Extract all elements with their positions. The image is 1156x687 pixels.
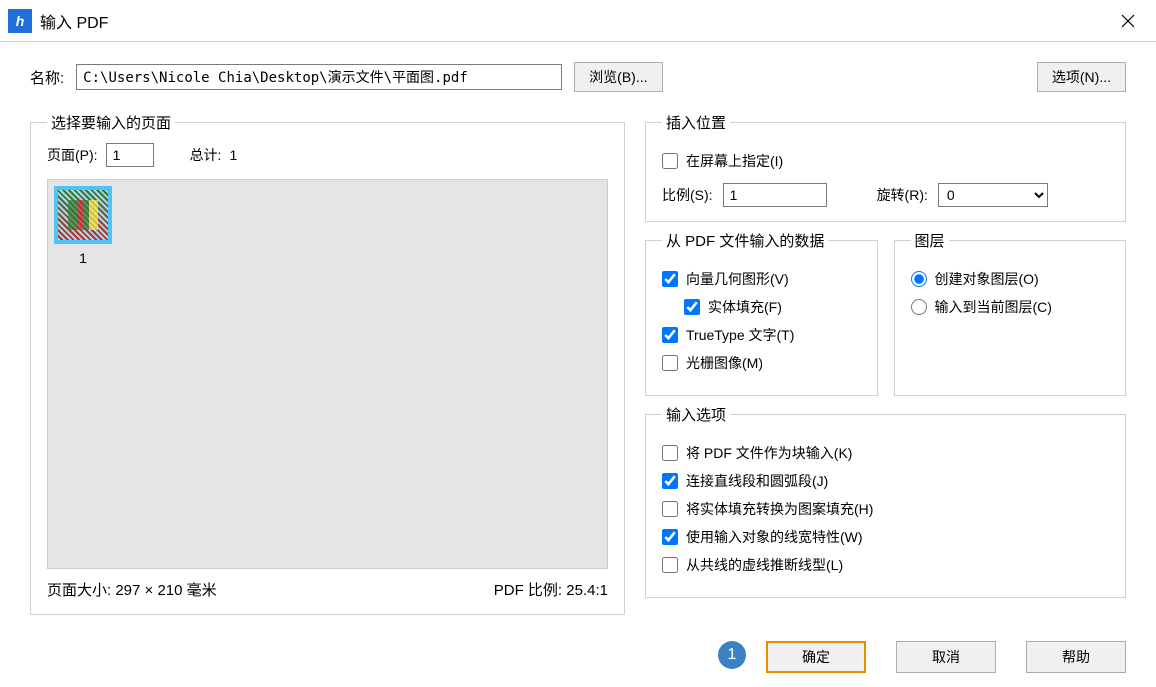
create-obj-radio[interactable] — [911, 271, 927, 287]
truetype-checkbox[interactable] — [662, 327, 678, 343]
import-options-group: 输入选项 将 PDF 文件作为块输入(K) 连接直线段和圆弧段(J) 将实体填充… — [645, 404, 1126, 598]
pdf-data-legend: 从 PDF 文件输入的数据 — [662, 230, 828, 251]
create-obj-label: 创建对象图层(O) — [935, 269, 1039, 289]
solid-fill-row: 实体填充(F) — [684, 297, 861, 317]
use-lineweight-label: 使用输入对象的线宽特性(W) — [686, 527, 863, 547]
as-block-label: 将 PDF 文件作为块输入(K) — [686, 443, 852, 463]
as-block-checkbox[interactable] — [662, 445, 678, 461]
pdf-data-group: 从 PDF 文件输入的数据 向量几何图形(V) 实体填充(F) TrueType… — [645, 230, 878, 396]
insert-position-legend: 插入位置 — [662, 112, 730, 133]
dialog-title: 输入 PDF — [40, 9, 108, 33]
page-thumbnail-wrapper[interactable]: 1 — [54, 186, 112, 266]
truetype-row: TrueType 文字(T) — [662, 325, 861, 345]
join-lines-checkbox[interactable] — [662, 473, 678, 489]
data-layers-row: 从 PDF 文件输入的数据 向量几何图形(V) 实体填充(F) TrueType… — [645, 230, 1126, 404]
page-select-legend: 选择要输入的页面 — [47, 112, 175, 133]
import-cur-row: 输入到当前图层(C) — [911, 297, 1110, 317]
raster-label: 光栅图像(M) — [686, 353, 763, 373]
specify-on-screen-row: 在屏幕上指定(I) — [662, 151, 1109, 171]
raster-checkbox[interactable] — [662, 355, 678, 371]
main-columns: 选择要输入的页面 页面(P): 总计: 1 1 页面大小: 29 — [30, 112, 1126, 623]
infer-linetype-label: 从共线的虚线推断线型(L) — [686, 555, 843, 575]
dialog-content: 名称: 浏览(B)... 选项(N)... 选择要输入的页面 页面(P): 总计… — [0, 42, 1156, 683]
page-size-value: 297 × 210 毫米 — [115, 582, 216, 599]
import-cur-label: 输入到当前图层(C) — [935, 297, 1052, 317]
scale-label: 比例(S): — [662, 185, 713, 205]
page-thumbnail[interactable] — [54, 186, 112, 244]
scale-input[interactable] — [723, 183, 827, 207]
cancel-button[interactable]: 取消 — [896, 641, 996, 673]
close-icon[interactable] — [1108, 1, 1148, 41]
scale-rotation-row: 比例(S): 旋转(R): 0 — [662, 183, 1109, 207]
browse-button[interactable]: 浏览(B)... — [574, 62, 662, 92]
raster-row: 光栅图像(M) — [662, 353, 861, 373]
join-lines-label: 连接直线段和圆弧段(J) — [686, 471, 828, 491]
page-label: 页面(P): — [47, 145, 98, 165]
rotation-label: 旋转(R): — [877, 185, 928, 205]
rotation-select[interactable]: 0 — [938, 183, 1048, 207]
page-thumbnail-label: 1 — [54, 250, 112, 266]
name-row: 名称: 浏览(B)... 选项(N)... — [30, 62, 1126, 92]
infer-linetype-row: 从共线的虚线推断线型(L) — [662, 555, 1109, 575]
infer-linetype-checkbox[interactable] — [662, 557, 678, 573]
solid-to-hatch-label: 将实体填充转换为图案填充(H) — [686, 499, 873, 519]
options-button[interactable]: 选项(N)... — [1037, 62, 1126, 92]
page-input[interactable] — [106, 143, 154, 167]
vector-label: 向量几何图形(V) — [686, 269, 789, 289]
page-select-group: 选择要输入的页面 页面(P): 总计: 1 1 页面大小: 29 — [30, 112, 625, 615]
use-lineweight-checkbox[interactable] — [662, 529, 678, 545]
specify-on-screen-label: 在屏幕上指定(I) — [686, 151, 783, 171]
ok-button[interactable]: 确定 — [766, 641, 866, 673]
layers-legend: 图层 — [911, 230, 949, 251]
pdf-scale-value: 25.4:1 — [566, 582, 608, 599]
page-size-label: 页面大小: — [47, 582, 111, 599]
annotation-badge: 1 — [718, 641, 746, 669]
solid-to-hatch-row: 将实体填充转换为图案填充(H) — [662, 499, 1109, 519]
path-input[interactable] — [76, 64, 562, 90]
page-footer: 页面大小: 297 × 210 毫米 PDF 比例: 25.4:1 — [47, 579, 608, 600]
join-lines-row: 连接直线段和圆弧段(J) — [662, 471, 1109, 491]
preview-area[interactable]: 1 — [47, 179, 608, 569]
help-button[interactable]: 帮助 — [1026, 641, 1126, 673]
solid-fill-checkbox[interactable] — [684, 299, 700, 315]
page-row: 页面(P): 总计: 1 — [47, 143, 608, 167]
as-block-row: 将 PDF 文件作为块输入(K) — [662, 443, 1109, 463]
import-options-legend: 输入选项 — [662, 404, 730, 425]
solid-fill-label: 实体填充(F) — [708, 297, 782, 317]
create-obj-row: 创建对象图层(O) — [911, 269, 1110, 289]
import-cur-radio[interactable] — [911, 299, 927, 315]
button-row: 1 确定 取消 帮助 — [30, 641, 1126, 673]
total-value: 1 — [229, 147, 237, 163]
vector-row: 向量几何图形(V) — [662, 269, 861, 289]
left-column: 选择要输入的页面 页面(P): 总计: 1 1 页面大小: 29 — [30, 112, 625, 623]
right-column: 插入位置 在屏幕上指定(I) 比例(S): 旋转(R): 0 从 PDF 文件输… — [645, 112, 1126, 623]
layers-group: 图层 创建对象图层(O) 输入到当前图层(C) — [894, 230, 1127, 396]
specify-on-screen-checkbox[interactable] — [662, 153, 678, 169]
name-label: 名称: — [30, 67, 64, 88]
insert-position-group: 插入位置 在屏幕上指定(I) 比例(S): 旋转(R): 0 — [645, 112, 1126, 222]
truetype-label: TrueType 文字(T) — [686, 325, 794, 345]
solid-to-hatch-checkbox[interactable] — [662, 501, 678, 517]
use-lineweight-row: 使用输入对象的线宽特性(W) — [662, 527, 1109, 547]
app-icon: h — [8, 9, 32, 33]
titlebar: h 输入 PDF — [0, 0, 1156, 42]
pdf-scale-label: PDF 比例: — [494, 582, 562, 599]
total-label: 总计: — [190, 145, 222, 165]
vector-checkbox[interactable] — [662, 271, 678, 287]
